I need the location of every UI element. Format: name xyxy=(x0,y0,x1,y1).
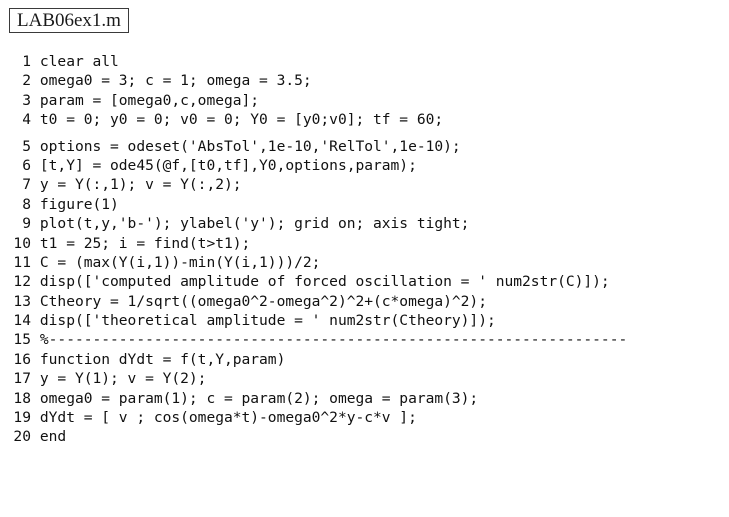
code-listing: 1 clear all 2 omega0 = 3; c = 1; omega = 3.… xyxy=(0,52,729,447)
code-line[interactable]: 11 C = (max(Y(i,1))-min(Y(i,1)))/2; xyxy=(0,253,729,272)
line-code[interactable]: y = Y(1); v = Y(2); xyxy=(40,369,207,388)
line-number: 11 xyxy=(13,253,31,271)
line-code[interactable]: C = (max(Y(i,1))-min(Y(i,1)))/2; xyxy=(40,253,321,272)
line-number: 12 xyxy=(13,273,31,291)
line-code[interactable]: disp(['computed amplitude of forced osci… xyxy=(40,272,610,291)
code-line[interactable]: 17 y = Y(1); v = Y(2); xyxy=(0,369,729,388)
code-line[interactable]: 16 function dYdt = f(t,Y,param) xyxy=(0,350,729,369)
line-number: 4 xyxy=(22,111,31,129)
code-line[interactable]: 19 dYdt = [ v ; cos(omega*t)-omega0^2*y-c… xyxy=(0,408,729,427)
line-code[interactable]: figure(1) xyxy=(40,195,119,214)
code-line[interactable]: 15 %-------------------------------------… xyxy=(0,330,729,349)
code-line[interactable]: 5 options = odeset('AbsTol',1e-10,'RelTol… xyxy=(0,137,729,156)
code-line[interactable]: 20 end xyxy=(0,427,729,446)
line-number: 6 xyxy=(22,156,31,174)
line-number: 7 xyxy=(22,176,31,194)
line-code[interactable]: omega0 = param(1); c = param(2); omega =… xyxy=(40,389,478,408)
line-code[interactable]: clear all xyxy=(40,52,119,71)
code-line[interactable]: 6 [t,Y] = ode45(@f,[t0,tf],Y0,options,par… xyxy=(0,156,729,175)
line-code[interactable]: omega0 = 3; c = 1; omega = 3.5; xyxy=(40,71,312,90)
line-number: 10 xyxy=(13,234,31,252)
filename-label: LAB06ex1.m xyxy=(17,9,121,31)
line-code[interactable]: [t,Y] = ode45(@f,[t0,tf],Y0,options,para… xyxy=(40,156,417,175)
line-number: 3 xyxy=(22,91,31,109)
line-code[interactable]: t1 = 25; i = find(t>t1); xyxy=(40,234,250,253)
line-number: 20 xyxy=(13,428,31,446)
line-code[interactable]: options = odeset('AbsTol',1e-10,'RelTol'… xyxy=(40,137,461,156)
code-line[interactable]: 8 figure(1) xyxy=(0,195,729,214)
line-code[interactable]: Ctheory = 1/sqrt((omega0^2-omega^2)^2+(c… xyxy=(40,292,487,311)
line-number: 15 xyxy=(13,331,31,349)
line-code[interactable]: plot(t,y,'b-'); ylabel('y'); grid on; ax… xyxy=(40,214,470,233)
line-number: 18 xyxy=(13,389,31,407)
line-code[interactable]: %---------------------------------------… xyxy=(40,330,627,349)
line-number: 16 xyxy=(13,350,31,368)
line-number: 2 xyxy=(22,72,31,90)
line-code[interactable]: t0 = 0; y0 = 0; v0 = 0; Y0 = [y0;v0]; tf… xyxy=(40,110,443,129)
code-line[interactable]: 7 y = Y(:,1); v = Y(:,2); xyxy=(0,175,729,194)
line-code[interactable]: disp(['theoretical amplitude = ' num2str… xyxy=(40,311,496,330)
filename-tab[interactable]: LAB06ex1.m xyxy=(9,8,129,33)
code-line[interactable]: 3 param = [omega0,c,omega]; xyxy=(0,91,729,110)
line-code[interactable]: y = Y(:,1); v = Y(:,2); xyxy=(40,175,242,194)
code-line[interactable]: 18 omega0 = param(1); c = param(2); omega… xyxy=(0,389,729,408)
line-number: 14 xyxy=(13,312,31,330)
code-group: 1 clear all 2 omega0 = 3; c = 1; omega = 3.… xyxy=(0,52,729,130)
code-line[interactable]: 4 t0 = 0; y0 = 0; v0 = 0; Y0 = [y0;v0]; t… xyxy=(0,110,729,129)
line-number: 5 xyxy=(22,137,31,155)
line-number: 19 xyxy=(13,409,31,427)
line-number: 1 xyxy=(22,53,31,70)
code-line[interactable]: 2 omega0 = 3; c = 1; omega = 3.5; xyxy=(0,71,729,90)
code-line[interactable]: 10 t1 = 25; i = find(t>t1); xyxy=(0,234,729,253)
line-code[interactable]: function dYdt = f(t,Y,param) xyxy=(40,350,285,369)
code-line[interactable]: 14 disp(['theoretical amplitude = ' num2s… xyxy=(0,311,729,330)
code-group: 5 options = odeset('AbsTol',1e-10,'RelTol… xyxy=(0,137,729,447)
line-number: 13 xyxy=(13,292,31,310)
code-line[interactable]: 12 disp(['computed amplitude of forced os… xyxy=(0,272,729,291)
line-number: 9 xyxy=(22,215,31,233)
line-number: 17 xyxy=(13,370,31,388)
code-line[interactable]: 9 plot(t,y,'b-'); ylabel('y'); grid on; a… xyxy=(0,214,729,233)
line-code[interactable]: end xyxy=(40,427,66,446)
code-line[interactable]: 1 clear all xyxy=(0,52,729,71)
line-code[interactable]: dYdt = [ v ; cos(omega*t)-omega0^2*y-c*v… xyxy=(40,408,417,427)
line-number: 8 xyxy=(22,195,31,213)
line-code[interactable]: param = [omega0,c,omega]; xyxy=(40,91,259,110)
code-line[interactable]: 13 Ctheory = 1/sqrt((omega0^2-omega^2)^2+… xyxy=(0,292,729,311)
